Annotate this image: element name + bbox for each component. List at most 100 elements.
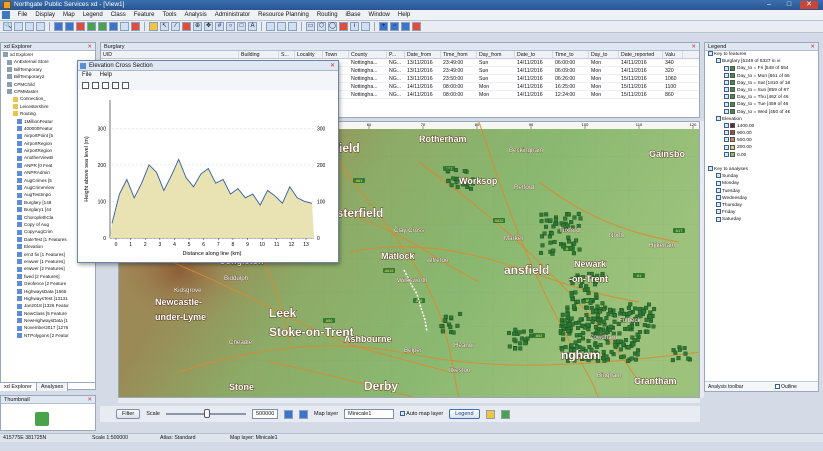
tree-item[interactable]: Geofence [2 Feature — [1, 280, 95, 287]
burglary-feature[interactable] — [513, 327, 518, 332]
burglary-feature[interactable] — [578, 333, 583, 338]
delete-icon[interactable] — [339, 22, 348, 31]
tree-item[interactable]: xd Explorer — [1, 51, 95, 58]
ring-icon[interactable]: ◯ — [328, 22, 337, 31]
table-icon[interactable] — [109, 22, 118, 31]
auto-map-layer-toggle[interactable]: Auto map layer — [400, 411, 443, 417]
legend-checkbox[interactable] — [724, 137, 729, 143]
burglary-feature[interactable] — [572, 241, 577, 246]
burglary-feature[interactable] — [676, 356, 681, 361]
burglary-feature[interactable] — [539, 219, 544, 224]
burglary-feature[interactable] — [442, 318, 447, 323]
burglary-feature[interactable] — [574, 333, 579, 338]
legend-item[interactable]: Thursday — [705, 202, 818, 209]
burglary-feature[interactable] — [517, 330, 522, 335]
buffer-icon[interactable] — [288, 22, 297, 31]
hash-icon[interactable]: # — [215, 22, 224, 31]
burglary-feature[interactable] — [601, 356, 606, 361]
burglary-feature[interactable] — [543, 224, 548, 229]
burglary-feature[interactable] — [601, 349, 606, 354]
burglary-feature[interactable] — [642, 309, 647, 314]
burglary-feature[interactable] — [593, 325, 598, 330]
legend-item[interactable]: Tuesday — [705, 187, 818, 195]
legend-item[interactable]: Day_to = Fri [548 of 554 — [705, 65, 818, 72]
legend-checkbox[interactable] — [716, 115, 721, 121]
measure-icon[interactable] — [266, 22, 275, 31]
pan-icon[interactable]: ✥ — [204, 22, 213, 31]
burglary-feature[interactable] — [529, 333, 534, 338]
burglary-feature[interactable] — [609, 324, 614, 329]
burglary-feature[interactable] — [598, 342, 603, 347]
burglary-feature[interactable] — [677, 347, 682, 352]
draw-line-icon[interactable]: ∕ — [171, 22, 180, 31]
map-icon[interactable] — [87, 22, 96, 31]
cross-section-close-icon[interactable]: ✕ — [330, 61, 335, 71]
burglary-feature[interactable] — [646, 323, 651, 328]
burglary-feature[interactable] — [576, 325, 581, 330]
column-header[interactable]: Locality — [295, 51, 323, 58]
refresh-icon[interactable] — [412, 22, 421, 31]
burglary-feature[interactable] — [512, 337, 517, 342]
burglary-feature[interactable] — [454, 180, 459, 185]
copy-icon[interactable] — [25, 22, 34, 31]
burglary-feature[interactable] — [619, 355, 624, 360]
burglary-feature[interactable] — [627, 311, 632, 316]
burglary-feature[interactable] — [571, 251, 576, 256]
zoom-out-icon[interactable]: − — [390, 22, 399, 31]
column-header[interactable]: Valu — [663, 51, 683, 58]
burglary-feature[interactable] — [637, 306, 642, 311]
burglary-feature[interactable] — [451, 176, 456, 181]
burglary-feature[interactable] — [626, 345, 631, 350]
burglary-feature[interactable] — [563, 216, 568, 221]
burglary-feature[interactable] — [642, 323, 647, 328]
burglary-feature[interactable] — [539, 212, 544, 217]
burglary-feature[interactable] — [578, 317, 583, 322]
menu-display[interactable]: Display — [31, 10, 59, 21]
burglary-feature[interactable] — [540, 243, 545, 248]
paste-icon[interactable] — [36, 22, 45, 31]
legend-item[interactable]: Monday — [705, 180, 818, 187]
burglary-feature[interactable] — [600, 301, 605, 306]
thumbnail-close-icon[interactable]: ✕ — [87, 396, 92, 404]
burglary-feature[interactable] — [581, 299, 586, 304]
burglary-feature[interactable] — [449, 183, 454, 188]
menu-legend[interactable]: Legend — [79, 10, 107, 21]
burglary-feature[interactable] — [595, 304, 600, 309]
burglary-feature[interactable] — [584, 313, 589, 318]
grid-toggle-icon[interactable] — [122, 81, 129, 89]
burglary-feature[interactable] — [458, 311, 463, 316]
symbology-icon[interactable] — [485, 409, 495, 419]
burglary-feature[interactable] — [575, 299, 580, 304]
burglary-feature[interactable] — [519, 336, 524, 341]
burglary-feature[interactable] — [586, 327, 591, 332]
burglary-feature[interactable] — [628, 302, 633, 307]
legend-item[interactable]: 200.00 — [705, 144, 818, 151]
burglary-feature[interactable] — [598, 309, 603, 314]
burglary-feature[interactable] — [576, 211, 581, 216]
burglary-feature[interactable] — [586, 291, 591, 296]
burglary-feature[interactable] — [644, 305, 649, 310]
burglary-feature[interactable] — [626, 359, 631, 364]
burglary-feature[interactable] — [551, 248, 556, 253]
tree-item[interactable]: NewHighwaysData [1 — [1, 317, 95, 324]
burglary-feature[interactable] — [588, 300, 593, 305]
burglary-feature[interactable] — [580, 336, 585, 341]
text-icon[interactable]: A — [248, 22, 257, 31]
burglary-feature[interactable] — [645, 329, 650, 334]
burglary-feature[interactable] — [449, 315, 454, 320]
burglary-feature[interactable] — [626, 305, 631, 310]
legend-item[interactable]: 1400.00 — [705, 123, 818, 130]
cross-section-menu-file[interactable]: File — [82, 72, 92, 78]
legend-checkbox[interactable] — [724, 101, 729, 107]
legend-checkbox[interactable] — [724, 108, 729, 114]
legend-checkbox[interactable] — [724, 151, 729, 157]
burglary-feature[interactable] — [561, 331, 566, 336]
legend-checkbox[interactable] — [724, 130, 729, 136]
burglary-feature[interactable] — [538, 250, 543, 255]
burglary-feature[interactable] — [469, 186, 474, 191]
burglary-feature[interactable] — [569, 293, 574, 298]
burglary-feature[interactable] — [446, 179, 451, 184]
legend-checkbox[interactable] — [716, 173, 721, 179]
legend-item[interactable]: Day_to = Mon [661 of 66 — [705, 72, 818, 80]
burglary-feature[interactable] — [606, 312, 611, 317]
